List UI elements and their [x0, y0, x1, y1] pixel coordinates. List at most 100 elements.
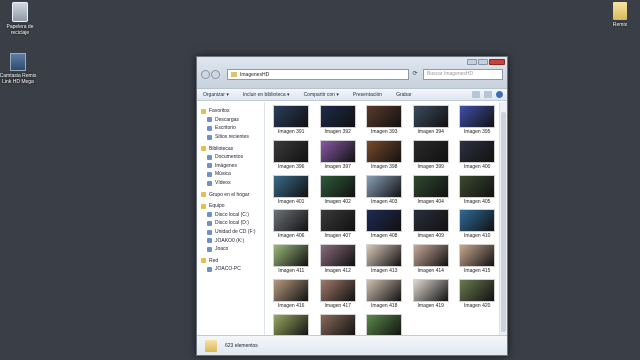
- file-item[interactable]: Imagen 398: [361, 139, 408, 172]
- file-name: Imagen 394: [417, 129, 444, 135]
- file-item[interactable]: Imagen 393: [361, 105, 408, 137]
- file-item[interactable]: Imagen 397: [315, 139, 362, 172]
- maximize-button[interactable]: [478, 59, 488, 65]
- nav-item[interactable]: Descargas: [197, 116, 264, 125]
- shortcut-icon: [10, 53, 26, 71]
- nav-item[interactable]: Bibliotecas: [197, 144, 264, 153]
- image-thumbnail: [412, 244, 449, 268]
- nav-item-icon: [207, 229, 212, 235]
- minimize-button[interactable]: [467, 59, 477, 65]
- nav-item[interactable]: Red: [197, 257, 264, 266]
- file-item[interactable]: Imagen 410: [454, 209, 501, 241]
- desktop-icon-remix-folder[interactable]: Remix: [603, 2, 637, 28]
- file-item[interactable]: Imagen 404: [408, 174, 455, 207]
- nav-group-icon: [201, 258, 206, 264]
- share-button[interactable]: Compartir con ▾: [304, 92, 339, 98]
- file-item[interactable]: Imagen 405: [454, 174, 501, 207]
- address-path: ImagenesHD: [240, 71, 270, 78]
- file-name: Imagen 396: [278, 163, 305, 170]
- slideshow-button[interactable]: Presentación: [353, 92, 382, 98]
- file-item[interactable]: Imagen 400: [454, 139, 501, 172]
- nav-item[interactable]: JOACO-PC: [197, 265, 264, 274]
- nav-item[interactable]: Disco local (D:): [197, 219, 264, 228]
- nav-item[interactable]: Unidad de CD (F:): [197, 228, 264, 237]
- vertical-scrollbar[interactable]: [499, 102, 507, 335]
- file-item[interactable]: Imagen 417: [315, 278, 362, 311]
- close-button[interactable]: [489, 59, 505, 65]
- nav-item[interactable]: Escritorio: [197, 124, 264, 133]
- file-name: Imagen 417: [324, 302, 351, 309]
- file-item[interactable]: Imagen 421: [268, 313, 315, 335]
- file-item[interactable]: Imagen 406: [268, 209, 315, 241]
- file-name: Imagen 409: [417, 233, 444, 240]
- nav-item[interactable]: Imágenes: [197, 162, 264, 171]
- nav-item[interactable]: Equipo: [197, 202, 264, 211]
- view-options-icon[interactable]: [472, 91, 480, 98]
- file-item[interactable]: Imagen 422: [315, 313, 362, 335]
- file-item[interactable]: Imagen 412: [315, 244, 362, 276]
- file-item[interactable]: Imagen 399: [408, 139, 455, 172]
- nav-item[interactable]: Vídeos: [197, 179, 264, 188]
- file-item[interactable]: Imagen 407: [315, 209, 362, 241]
- nav-item-label: Unidad de CD (F:): [215, 229, 256, 236]
- file-item[interactable]: Imagen 419: [408, 278, 455, 311]
- nav-item[interactable]: Documentos: [197, 153, 264, 162]
- nav-item-label: Sitios recientes: [215, 134, 249, 141]
- file-item[interactable]: Imagen 403: [361, 174, 408, 207]
- title-bar: ImagenesHD ⟳ Buscar ImagenesHD: [197, 57, 507, 89]
- file-item[interactable]: Imagen 408: [361, 209, 408, 241]
- file-item[interactable]: Imagen 423: [361, 313, 408, 335]
- file-item[interactable]: Imagen 401: [268, 174, 315, 207]
- scrollbar-thumb[interactable]: [501, 112, 506, 332]
- nav-item[interactable]: Favoritos: [197, 107, 264, 116]
- image-thumbnail: [366, 244, 403, 268]
- image-thumbnail: [273, 209, 310, 233]
- nav-item[interactable]: Grupo en el hogar: [197, 190, 264, 199]
- help-icon[interactable]: [496, 91, 503, 98]
- search-input[interactable]: Buscar ImagenesHD: [423, 69, 503, 80]
- file-item[interactable]: Imagen 414: [408, 244, 455, 276]
- nav-item[interactable]: Joaco: [197, 245, 264, 254]
- file-name: Imagen 413: [371, 268, 398, 275]
- nav-item[interactable]: Disco local (C:): [197, 211, 264, 220]
- image-thumbnail: [459, 139, 496, 163]
- preview-pane-icon[interactable]: [484, 91, 492, 98]
- file-view: Imagen 391 Imagen 392 Imagen 393 Imagen 394…: [265, 102, 507, 335]
- window-body: Favoritos Descargas Escritorio Sitios recie…: [197, 102, 507, 335]
- include-library-button[interactable]: Incluir en biblioteca ▾: [243, 92, 290, 98]
- nav-item[interactable]: JOAKO0 (K:): [197, 236, 264, 245]
- nav-item[interactable]: Música: [197, 170, 264, 179]
- desktop-icon-shortcut[interactable]: Camtasia Remix Link HD Mega: [0, 53, 40, 85]
- file-item[interactable]: Imagen 402: [315, 174, 362, 207]
- file-item[interactable]: Imagen 392: [315, 105, 362, 137]
- file-item[interactable]: Imagen 395: [454, 105, 501, 137]
- image-thumbnail: [412, 105, 449, 128]
- file-item[interactable]: Imagen 391: [268, 105, 315, 137]
- nav-item[interactable]: Sitios recientes: [197, 133, 264, 142]
- file-item[interactable]: Imagen 415: [454, 244, 501, 276]
- refresh-button[interactable]: ⟳: [411, 70, 419, 79]
- nav-item-label: Documentos: [215, 154, 244, 161]
- file-item[interactable]: Imagen 394: [408, 105, 455, 137]
- back-button[interactable]: [201, 70, 210, 79]
- address-bar[interactable]: ImagenesHD: [227, 69, 409, 80]
- organize-button[interactable]: Organizar ▾: [203, 92, 229, 98]
- forward-button[interactable]: [211, 70, 220, 79]
- file-name: Imagen 404: [417, 198, 444, 205]
- image-thumbnail: [459, 278, 496, 302]
- folder-icon: [231, 72, 237, 77]
- navigation-pane: Favoritos Descargas Escritorio Sitios recie…: [197, 102, 265, 335]
- file-item[interactable]: Imagen 409: [408, 209, 455, 241]
- file-item[interactable]: Imagen 413: [361, 244, 408, 276]
- nav-item-icon: [207, 238, 212, 244]
- file-item[interactable]: Imagen 396: [268, 139, 315, 172]
- desktop-icon-recycle-bin[interactable]: Papelera de reciclaje: [0, 2, 40, 36]
- file-item[interactable]: Imagen 420: [454, 278, 501, 311]
- file-item[interactable]: Imagen 411: [268, 244, 315, 276]
- image-thumbnail: [459, 174, 496, 198]
- nav-item-icon: [207, 212, 212, 218]
- image-thumbnail: [319, 105, 356, 128]
- file-item[interactable]: Imagen 416: [268, 278, 315, 311]
- burn-button[interactable]: Grabar: [396, 92, 412, 98]
- file-item[interactable]: Imagen 418: [361, 278, 408, 311]
